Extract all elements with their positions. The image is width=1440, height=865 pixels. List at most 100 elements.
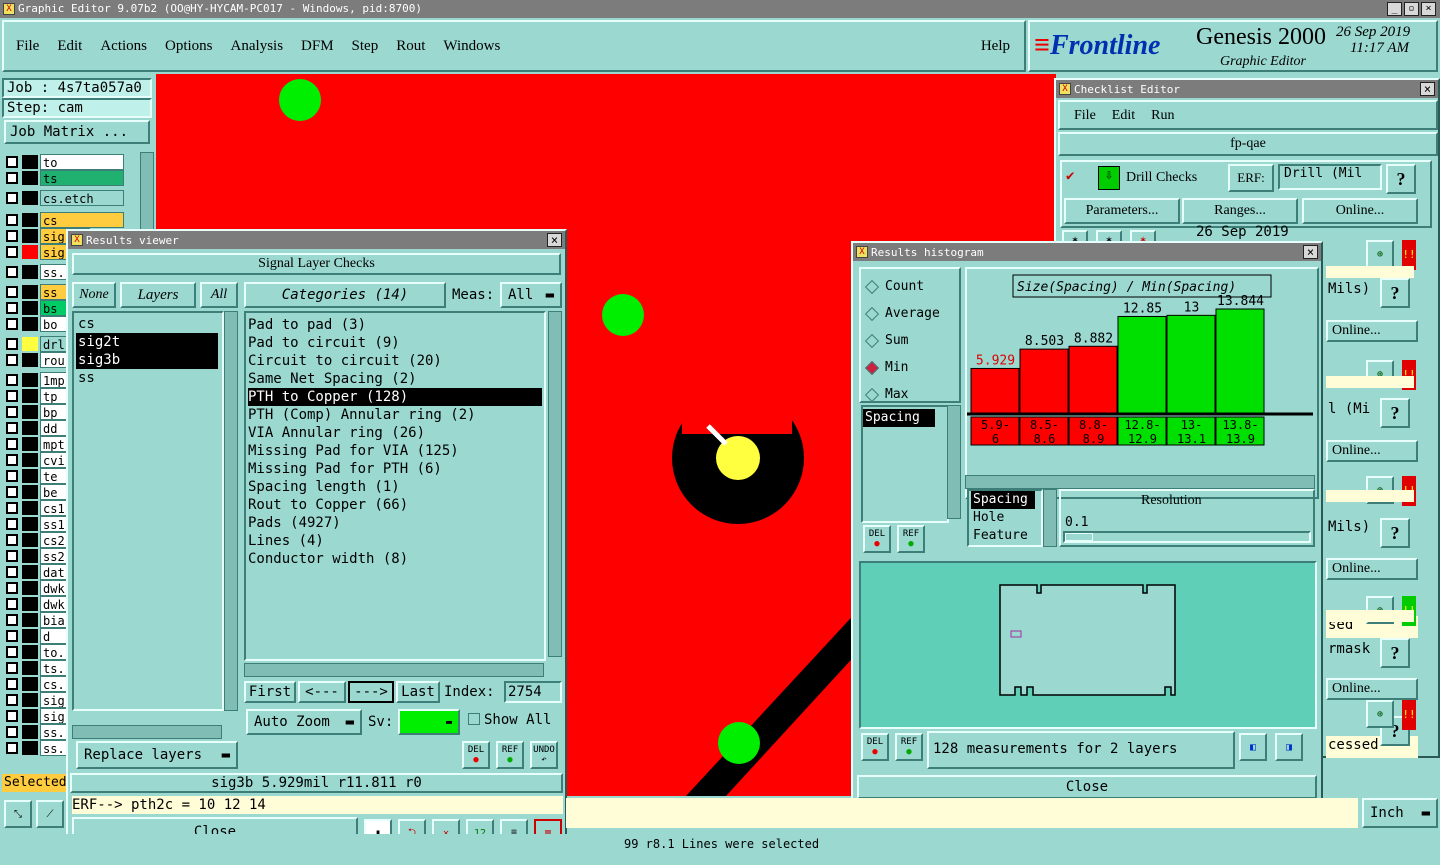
- menu-file[interactable]: File: [16, 38, 39, 55]
- resolution-target-list[interactable]: Spacing Hole Feature: [967, 489, 1043, 547]
- menu-step[interactable]: Step: [352, 38, 379, 55]
- first-button[interactable]: First: [244, 681, 296, 703]
- layer-row[interactable]: cs: [4, 212, 140, 228]
- layer-checkbox[interactable]: [6, 156, 18, 168]
- zoom-from-icon[interactable]: ◨: [1275, 733, 1303, 761]
- categories-hscroll[interactable]: [244, 663, 544, 677]
- category-item[interactable]: Pad to circuit (9): [248, 334, 542, 352]
- layer-row[interactable]: to: [4, 154, 140, 170]
- erf-field[interactable]: Drill (Mil: [1278, 164, 1382, 190]
- show-all-checkbox[interactable]: [468, 713, 480, 725]
- layer-checkbox[interactable]: [6, 214, 18, 226]
- layer-item[interactable]: sig2t: [76, 333, 218, 351]
- close-icon[interactable]: ×: [1303, 245, 1318, 259]
- parameters-button[interactable]: Parameters...: [1064, 198, 1180, 224]
- layer-checkbox[interactable]: [6, 354, 18, 366]
- zoom-icon[interactable]: ⊕: [1366, 700, 1394, 728]
- checklist-menu-run[interactable]: Run: [1151, 108, 1174, 124]
- del-button[interactable]: DEL ●: [462, 741, 490, 769]
- meas-dropdown[interactable]: All ▬: [500, 282, 562, 308]
- replace-layers-dropdown[interactable]: Replace layers ▬: [76, 741, 238, 769]
- layer-checkbox[interactable]: [6, 172, 18, 184]
- menu-rout[interactable]: Rout: [396, 38, 425, 55]
- help-button[interactable]: ?: [1380, 638, 1410, 668]
- results-viewer-titlebar[interactable]: X Results viewer ×: [68, 231, 565, 249]
- restore-icon[interactable]: ▫: [1404, 2, 1419, 16]
- layer-checkbox[interactable]: [6, 302, 18, 314]
- online-button[interactable]: Online...: [1326, 320, 1418, 342]
- layer-checkbox[interactable]: [6, 566, 18, 578]
- checklist-menu-edit[interactable]: Edit: [1112, 108, 1135, 124]
- category-item[interactable]: Circuit to circuit (20): [248, 352, 542, 370]
- online-button[interactable]: Online...: [1302, 198, 1418, 224]
- layer-checkbox[interactable]: [6, 518, 18, 530]
- layer-checkbox[interactable]: [6, 192, 18, 204]
- check-enabled-icon[interactable]: ✔: [1066, 168, 1074, 184]
- layer-checkbox[interactable]: [6, 614, 18, 626]
- category-item[interactable]: Spacing length (1): [248, 478, 542, 496]
- metric-scroll[interactable]: [947, 405, 961, 519]
- layer-checkbox[interactable]: [6, 374, 18, 386]
- menu-edit[interactable]: Edit: [57, 38, 82, 55]
- aggregate-option-min[interactable]: Min: [861, 354, 959, 381]
- category-item[interactable]: Pad to pad (3): [248, 316, 542, 334]
- layer-checkbox[interactable]: [6, 582, 18, 594]
- category-item[interactable]: Rout to Copper (66): [248, 496, 542, 514]
- layer-item[interactable]: ss: [76, 369, 218, 387]
- close-icon[interactable]: ×: [1421, 2, 1436, 16]
- layers-listbox[interactable]: cs sig2t sig3b ss: [72, 311, 224, 711]
- resolution-target[interactable]: Spacing: [971, 491, 1035, 509]
- layer-checkbox[interactable]: [6, 646, 18, 658]
- prev-button[interactable]: <---: [298, 681, 346, 703]
- categories-listbox[interactable]: Pad to pad (3) Pad to circuit (9) Circuit …: [244, 311, 546, 661]
- layer-checkbox[interactable]: [6, 470, 18, 482]
- online-button[interactable]: Online...: [1326, 440, 1418, 462]
- help-menu[interactable]: Help: [981, 38, 1010, 55]
- sv-color-dropdown[interactable]: ▬: [398, 709, 460, 735]
- close-icon[interactable]: ×: [1420, 82, 1435, 96]
- next-button[interactable]: --->: [348, 681, 394, 703]
- layer-checkbox[interactable]: [6, 266, 18, 278]
- layer-checkbox[interactable]: [6, 422, 18, 434]
- layer-checkbox[interactable]: [6, 630, 18, 642]
- help-button[interactable]: ?: [1380, 278, 1410, 308]
- chart-hscroll[interactable]: [965, 475, 1315, 489]
- layer-checkbox[interactable]: [6, 550, 18, 562]
- aggregate-option-sum[interactable]: Sum: [861, 327, 959, 354]
- metric-listbox[interactable]: Spacing: [861, 405, 949, 523]
- metric-item[interactable]: Spacing: [863, 409, 935, 427]
- checklist-menu-file[interactable]: File: [1074, 108, 1096, 124]
- zoom-fit-icon[interactable]: ⤡: [4, 800, 32, 828]
- aggregate-option-average[interactable]: Average: [861, 300, 959, 327]
- units-dropdown[interactable]: Inch ▬: [1362, 798, 1438, 828]
- zoom-to-icon[interactable]: ◧: [1239, 733, 1267, 761]
- menu-actions[interactable]: Actions: [100, 38, 147, 55]
- layer-checkbox[interactable]: [6, 454, 18, 466]
- categories-scroll[interactable]: [548, 311, 562, 657]
- measure-icon[interactable]: ⟋: [36, 800, 64, 828]
- histogram-titlebar[interactable]: X Results histogram ×: [853, 243, 1321, 261]
- layer-item[interactable]: sig3b: [76, 351, 218, 369]
- help-button[interactable]: ?: [1380, 518, 1410, 548]
- category-item[interactable]: VIA Annular ring (26): [248, 424, 542, 442]
- aggregate-option-count[interactable]: Count: [861, 273, 959, 300]
- layer-checkbox[interactable]: [6, 678, 18, 690]
- layer-checkbox[interactable]: [6, 486, 18, 498]
- categories-button[interactable]: Categories (14): [244, 282, 446, 308]
- layer-row[interactable]: cs.etch: [4, 190, 140, 206]
- category-item[interactable]: Conductor width (8): [248, 550, 542, 568]
- board-preview[interactable]: [859, 561, 1317, 729]
- layer-checkbox[interactable]: [6, 742, 18, 754]
- job-matrix-button[interactable]: Job Matrix ...: [4, 120, 150, 144]
- layer-checkbox[interactable]: [6, 390, 18, 402]
- minimize-icon[interactable]: _: [1387, 2, 1402, 16]
- online-button[interactable]: Online...: [1326, 558, 1418, 580]
- layer-checkbox[interactable]: [6, 286, 18, 298]
- aggregate-option-max[interactable]: Max: [861, 381, 959, 408]
- ranges-button[interactable]: Ranges...: [1182, 198, 1298, 224]
- menu-options[interactable]: Options: [165, 38, 213, 55]
- category-item[interactable]: Same Net Spacing (2): [248, 370, 542, 388]
- layer-checkbox[interactable]: [6, 598, 18, 610]
- category-item[interactable]: Pads (4927): [248, 514, 542, 532]
- online-button[interactable]: Online...: [1326, 678, 1418, 700]
